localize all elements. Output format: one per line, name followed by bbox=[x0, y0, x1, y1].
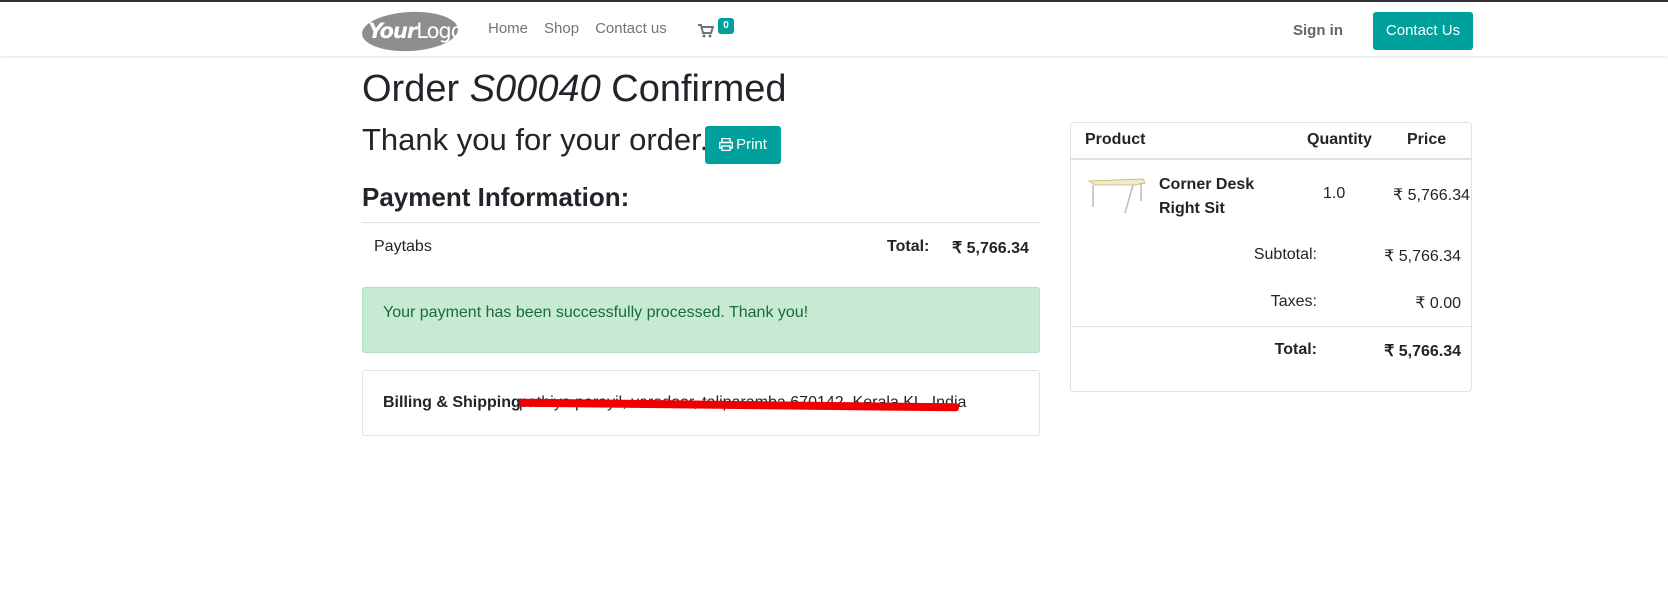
billing-shipping-box: Billing & Shipping: pathiya parayil, var… bbox=[362, 370, 1040, 436]
print-button[interactable]: Print bbox=[705, 126, 781, 164]
nav-links: Home Shop Contact us bbox=[488, 20, 683, 37]
total-divider bbox=[1071, 326, 1471, 327]
header-divider bbox=[1071, 158, 1471, 160]
summary-total-label: Total: bbox=[1274, 341, 1317, 358]
order-title-suffix: Confirmed bbox=[600, 68, 787, 110]
subtotal-label: Subtotal: bbox=[1253, 246, 1317, 263]
col-quantity-header: Quantity bbox=[1307, 131, 1372, 148]
payment-total-label: Total: bbox=[887, 238, 930, 255]
product-thumbnail[interactable] bbox=[1085, 173, 1149, 217]
summary-total-value: ₹ 5,766.34 bbox=[1384, 343, 1461, 360]
site-logo[interactable]: YourLogo bbox=[361, 9, 464, 54]
order-summary-card: Product Quantity Price Corner Desk Right… bbox=[1070, 122, 1472, 392]
cart-button[interactable]: 0 bbox=[698, 18, 738, 46]
order-id: S00040 bbox=[469, 68, 601, 110]
navbar: YourLogo Home Shop Contact us 0 Sign in … bbox=[0, 2, 1668, 56]
success-message: Your payment has been successfully proce… bbox=[383, 304, 809, 321]
product-quantity: 1.0 bbox=[1323, 185, 1346, 202]
logo-text: YourLogo bbox=[368, 19, 464, 43]
product-name[interactable]: Corner Desk Right Sit bbox=[1159, 173, 1299, 221]
taxes-value: ₹ 0.00 bbox=[1415, 295, 1461, 312]
subtotal-value: ₹ 5,766.34 bbox=[1384, 248, 1461, 265]
payment-divider bbox=[362, 222, 1040, 223]
col-product-header: Product bbox=[1085, 131, 1146, 148]
product-price: ₹ 5,766.34 bbox=[1393, 187, 1470, 204]
nav-contact-link[interactable]: Contact us bbox=[595, 20, 667, 37]
print-icon bbox=[719, 137, 734, 152]
taxes-label: Taxes: bbox=[1270, 293, 1317, 310]
thank-you-text: Thank you for your order. bbox=[362, 122, 709, 157]
order-title: Order S00040 Confirmed bbox=[362, 68, 787, 111]
billing-label: Billing & Shipping: bbox=[383, 394, 527, 411]
cart-icon bbox=[698, 24, 714, 38]
cart-count-badge: 0 bbox=[718, 18, 734, 34]
payment-success-alert: Your payment has been successfully proce… bbox=[362, 287, 1040, 353]
nav-home-link[interactable]: Home bbox=[488, 20, 528, 37]
contact-us-button[interactable]: Contact Us bbox=[1373, 12, 1473, 50]
nav-shop-link[interactable]: Shop bbox=[544, 20, 579, 37]
order-title-prefix: Order bbox=[362, 68, 470, 110]
print-label: Print bbox=[736, 136, 767, 153]
payment-total-value: ₹ 5,766.34 bbox=[952, 240, 1029, 257]
signin-link[interactable]: Sign in bbox=[1293, 22, 1343, 39]
payment-heading: Payment Information: bbox=[362, 182, 630, 212]
col-price-header: Price bbox=[1407, 131, 1447, 148]
payment-method: Paytabs bbox=[374, 238, 432, 255]
